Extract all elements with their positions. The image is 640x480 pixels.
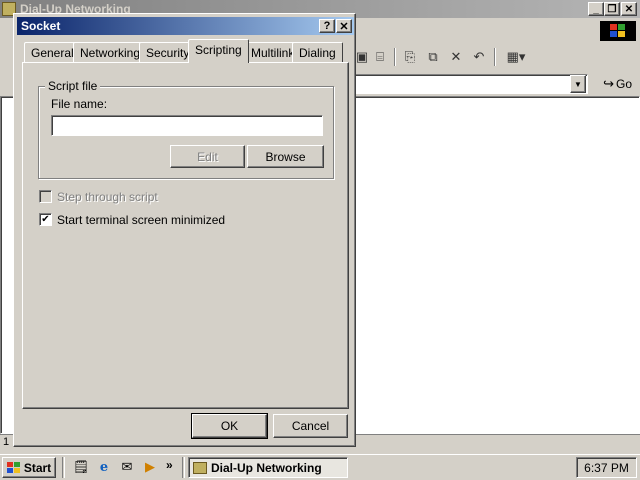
close-icon[interactable]: ✕ [621, 2, 637, 16]
views-icon[interactable]: ▦▾ [502, 47, 530, 67]
go-label: Go [615, 77, 632, 91]
edit-button[interactable]: Edit [170, 145, 245, 168]
checkmark-icon: ✔ [41, 213, 50, 225]
dialog-title: Socket [21, 19, 61, 33]
restore-button[interactable]: ❐ [604, 2, 620, 16]
move-to-icon[interactable]: ⎘ [400, 47, 420, 67]
taskbar-divider [62, 457, 65, 478]
toolbar-divider [394, 48, 396, 66]
dialog-titlebar[interactable]: Socket ? ✕ [17, 17, 354, 35]
file-name-label: File name: [51, 97, 108, 111]
tab-scripting[interactable]: Scripting [188, 39, 249, 63]
tab-dialing[interactable]: Dialing [292, 42, 343, 62]
help-icon[interactable]: ? [319, 19, 335, 33]
clock[interactable]: 6:37 PM [584, 461, 629, 475]
taskbar-item-dialup-networking[interactable]: Dial-Up Networking [188, 457, 348, 478]
dialup-folder-icon [193, 461, 207, 474]
quicklaunch-chevron-icon[interactable]: » [166, 458, 173, 472]
taskbar-item-label: Dial-Up Networking [211, 460, 322, 475]
step-through-label: Step through script [57, 190, 158, 204]
address-dropdown-button[interactable]: ▼ [570, 75, 586, 93]
tab-networking[interactable]: Networking [73, 42, 148, 62]
taskbar-divider [182, 457, 185, 478]
go-button[interactable]: ↪ Go [596, 74, 636, 94]
internet-explorer-icon[interactable]: e [95, 458, 113, 476]
address-input[interactable] [352, 74, 588, 94]
show-desktop-icon[interactable]: 🗒 [72, 458, 90, 476]
start-minimized-checkbox[interactable]: ✔ [39, 213, 52, 226]
go-arrow-icon: ↪ [603, 76, 614, 91]
toolbar-divider [494, 48, 496, 66]
script-file-group-label: Script file [45, 79, 101, 93]
copy-to-icon[interactable]: ⧉ [423, 47, 443, 67]
file-name-input[interactable] [51, 115, 323, 136]
start-minimized-label: Start terminal screen minimized [57, 213, 226, 227]
minimize-button[interactable]: _ [588, 2, 604, 16]
delete-icon[interactable]: ✕ [446, 47, 466, 67]
undo-icon[interactable]: ↶ [469, 47, 489, 67]
outlook-express-icon[interactable]: ✉ [118, 458, 136, 476]
system-tray: 6:37 PM [576, 457, 637, 478]
start-label: Start [23, 460, 52, 475]
windows-logo-icon [600, 21, 636, 41]
ok-button[interactable]: OK [191, 413, 268, 439]
windows-flag-icon [6, 461, 20, 473]
close-icon[interactable]: ✕ [336, 19, 352, 33]
media-player-icon[interactable]: ▶ [141, 458, 159, 476]
status-bar-text: 1 [3, 436, 10, 448]
cancel-button[interactable]: Cancel [273, 414, 348, 438]
step-through-checkbox[interactable] [39, 190, 52, 203]
folders-icon[interactable]: ⌸ [370, 47, 390, 67]
browse-button[interactable]: Browse [247, 145, 324, 168]
socket-properties-dialog: Socket ? ✕ General Networking Security S… [13, 13, 356, 447]
start-button[interactable]: Start [2, 457, 56, 478]
scripting-tab-panel: Script file File name: Edit Browse Step … [22, 62, 349, 409]
